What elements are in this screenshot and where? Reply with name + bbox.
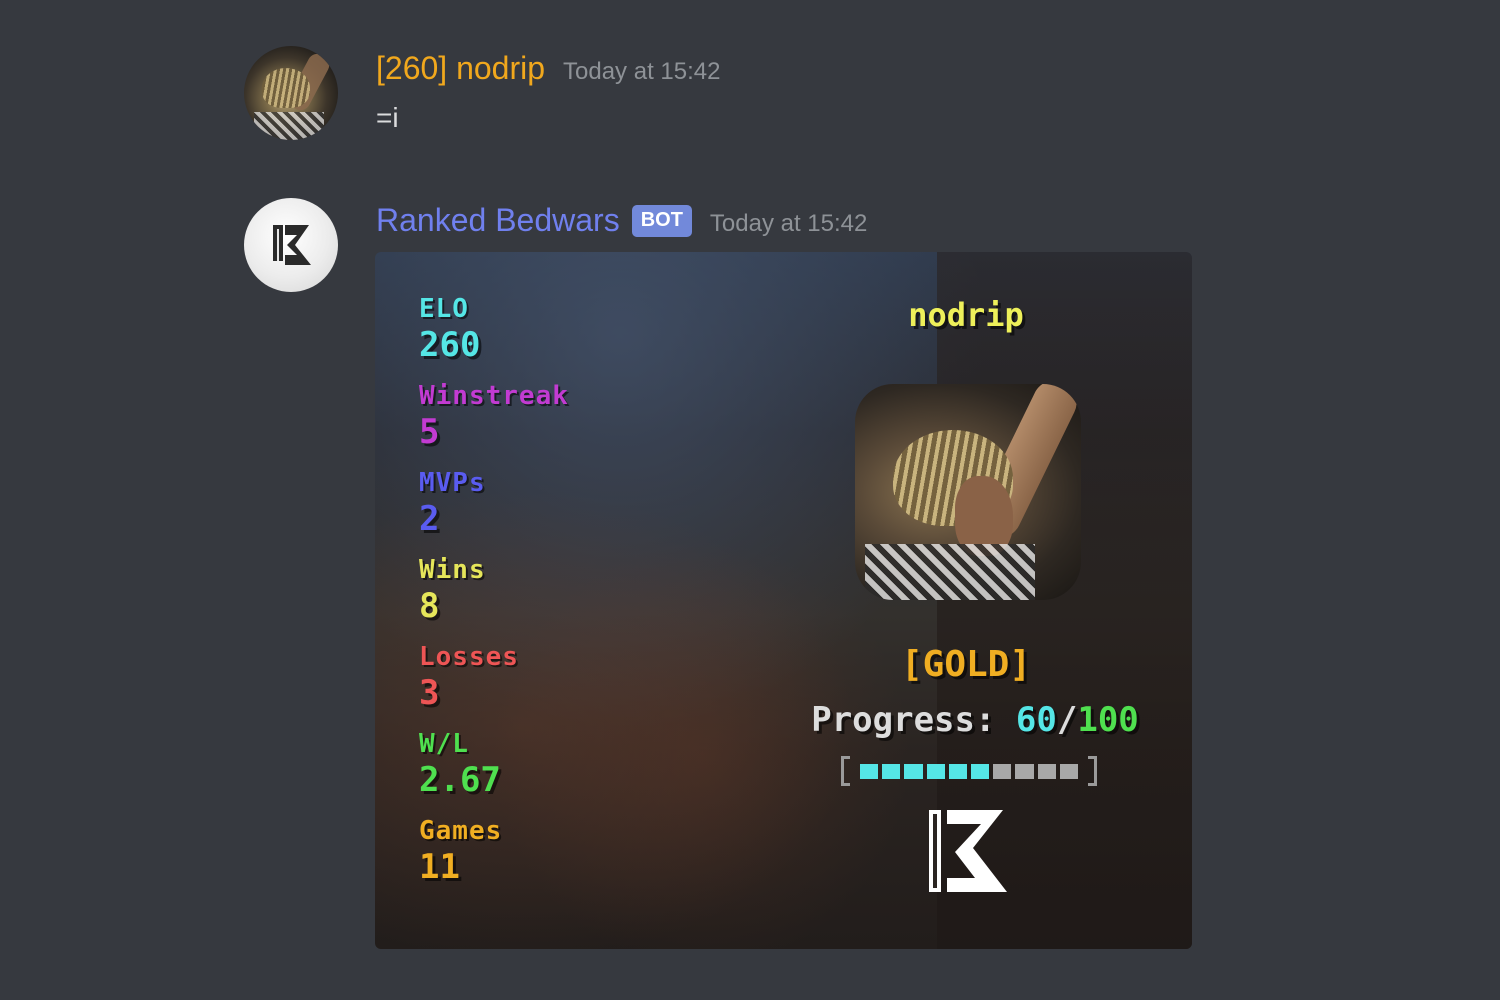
player-name: nodrip (908, 296, 1024, 334)
stat-winstreak: Winstreak 5 (419, 379, 569, 466)
progress-segment-filled (904, 763, 923, 779)
progress-bar (841, 754, 1097, 788)
player-skin-image (855, 384, 1081, 600)
stat-value: 5 (419, 412, 440, 452)
progress-segment-empty (1015, 763, 1034, 779)
bot-username[interactable]: Ranked Bedwars (376, 202, 620, 239)
chat-view: [260] nodrip Today at 15:42 =i Ranked Be… (0, 0, 1500, 1000)
progress-segments (850, 763, 1088, 779)
progress-max: 100 (1077, 700, 1139, 740)
stat-wins: Wins 8 (419, 553, 569, 640)
progress-segment-filled (882, 763, 901, 779)
stat-label: MVPs (419, 468, 486, 498)
timestamp: Today at 15:42 (709, 209, 868, 237)
message-header: [260] nodrip Today at 15:42 (376, 50, 720, 87)
stat-label: ELO (419, 294, 469, 324)
stat-value: 8 (419, 586, 440, 626)
progress-text: Progress: 60/100 (775, 700, 1175, 740)
stat-label: Games (419, 816, 503, 846)
stat-value: 3 (419, 673, 440, 713)
username[interactable]: [260] nodrip (376, 50, 545, 87)
progress-label: Progress: (811, 700, 1016, 740)
message-content: =i (376, 102, 399, 133)
progress-separator: / (1056, 700, 1078, 740)
ranked-bedwars-logo-icon (273, 225, 311, 265)
stat-value: 2.67 (419, 760, 501, 800)
progress-segment-filled (926, 763, 945, 779)
bot-badge: BOT (631, 204, 692, 237)
stats-list: ELO 260 Winstreak 5 MVPs 2 Wins 8 Losses (419, 292, 569, 901)
stat-label: Wins (419, 555, 486, 585)
rank-label: [GOLD] (900, 644, 1032, 685)
user-avatar[interactable] (244, 46, 338, 140)
message-header: Ranked Bedwars BOT Today at 15:42 (376, 202, 867, 239)
progress-segment-filled (860, 763, 879, 779)
bot-avatar[interactable] (244, 198, 338, 292)
stat-label: Winstreak (419, 381, 569, 411)
stat-value: 260 (419, 325, 481, 365)
stat-label: Losses (419, 642, 519, 672)
ranked-bedwars-logo-icon (929, 810, 1007, 892)
stat-mvps: MVPs 2 (419, 466, 569, 553)
progress-current: 60 (1015, 700, 1057, 740)
progress-segment-empty (1037, 763, 1056, 779)
stat-value: 11 (419, 847, 460, 887)
stats-card-image[interactable]: ELO 260 Winstreak 5 MVPs 2 Wins 8 Losses (375, 252, 1192, 949)
timestamp: Today at 15:42 (563, 57, 721, 85)
stat-value: 2 (419, 499, 440, 539)
progress-segment-empty (1059, 763, 1079, 779)
stat-elo: ELO 260 (419, 292, 569, 379)
bracket-left (841, 756, 850, 786)
bracket-right (1088, 756, 1097, 786)
progress-segment-empty (993, 763, 1012, 779)
progress-segment-filled (948, 763, 968, 779)
stat-wl: W/L 2.67 (419, 727, 569, 814)
stat-games: Games 11 (419, 814, 569, 901)
stat-losses: Losses 3 (419, 640, 569, 727)
progress-segment-filled (971, 763, 990, 779)
stat-label: W/L (419, 729, 469, 759)
